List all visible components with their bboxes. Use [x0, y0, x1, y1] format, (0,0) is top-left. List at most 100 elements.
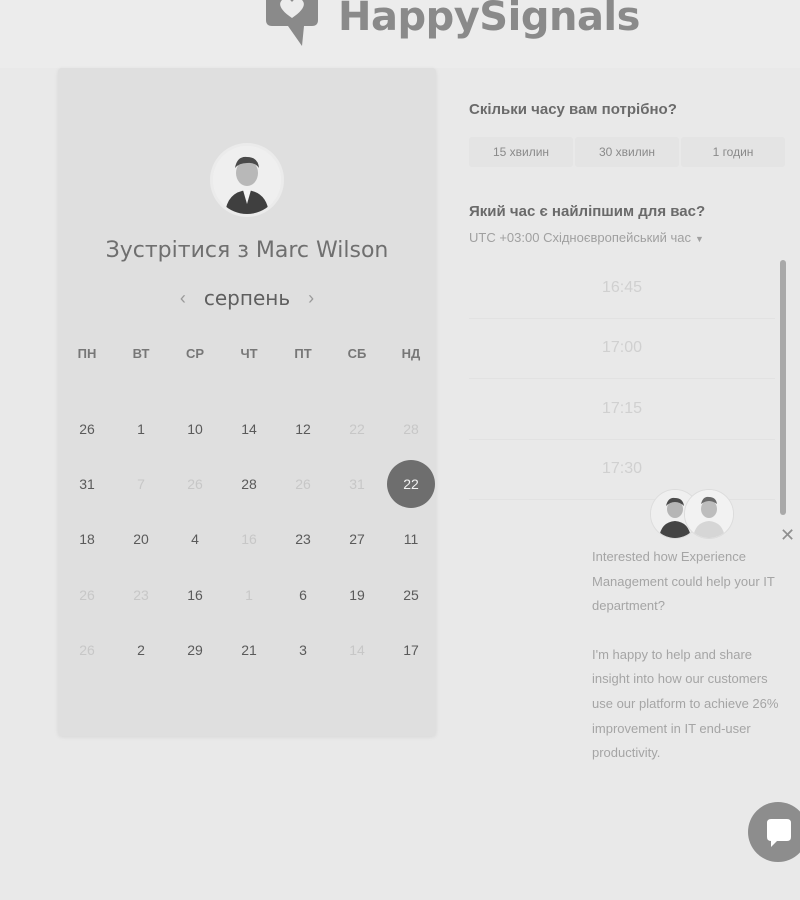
time-slot-list: 16:45 17:00 17:15 17:30 [469, 258, 775, 500]
calendar-day: 14 [330, 623, 384, 678]
calendar-day[interactable]: 2 [114, 623, 168, 678]
timezone-select[interactable]: UTC +03:00 Східноєвропейський час ▼ [469, 230, 704, 245]
chat-launcher-button[interactable] [748, 802, 800, 862]
calendar-day[interactable]: 20 [114, 512, 168, 567]
calendar-day-number: 27 [349, 531, 365, 548]
calendar-day[interactable]: 28 [222, 456, 276, 511]
calendar-day[interactable]: 19 [330, 567, 384, 622]
calendar-day-number: 26 [187, 476, 203, 493]
calendar-day-number: 29 [187, 642, 203, 659]
weekday-label: ПН [77, 346, 97, 361]
calendar-day-number: 14 [349, 642, 365, 659]
slots-scrollbar[interactable] [780, 260, 786, 515]
caret-down-icon: ▼ [694, 233, 704, 244]
calendar-day[interactable]: 1 [114, 401, 168, 456]
weekday-label: СБ [347, 346, 367, 361]
calendar-day[interactable]: 25 [384, 567, 438, 622]
calendar-day: 7 [114, 456, 168, 511]
calendar-day-number: 16 [187, 586, 203, 603]
close-icon[interactable]: ✕ [780, 525, 795, 546]
calendar-day[interactable]: 31 [60, 456, 114, 511]
chevron-left-icon[interactable]: ‹ [176, 288, 190, 309]
calendar-day-number: 31 [349, 476, 365, 493]
chevron-right-icon[interactable]: › [304, 288, 318, 309]
calendar-day-number: 10 [187, 420, 203, 437]
calendar-day[interactable]: 27 [330, 512, 384, 567]
time-slot[interactable]: 17:15 [469, 379, 775, 440]
calendar-day[interactable]: 23 [276, 512, 330, 567]
weekday-label: НД [401, 346, 421, 361]
calendar-day-number: 1 [245, 586, 253, 603]
calendar-day: 22 [330, 401, 384, 456]
calendar-day: 28 [384, 401, 438, 456]
calendar-day-number: 22 [387, 460, 435, 509]
chat-message-paragraph: I'm happy to help and share insight into… [592, 646, 779, 761]
calendar-day-number: 17 [403, 642, 419, 659]
month-label: серпень [203, 286, 291, 310]
calendar-day[interactable]: 11 [384, 512, 438, 567]
duration-15-button[interactable]: 15 хвилин [469, 137, 573, 167]
time-slot[interactable]: 16:45 [469, 258, 775, 319]
calendar-day-number: 19 [349, 586, 365, 603]
calendar-card: Зустрітися з Marc Wilson ‹ серпень › ПН … [58, 68, 436, 736]
calendar-day-number: 12 [295, 420, 311, 437]
calendar-day: 26 [168, 456, 222, 511]
calendar-day[interactable]: 4 [168, 512, 222, 567]
brand-name: HappySignals [338, 0, 640, 40]
calendar-day-number: 14 [241, 420, 257, 437]
calendar-day: 26 [60, 567, 114, 622]
calendar-day-number: 16 [241, 531, 257, 548]
calendar-day-selected[interactable]: 22 [384, 456, 438, 511]
header: HappySignals [0, 0, 800, 68]
timezone-label: UTC +03:00 Східноєвропейський час [469, 230, 691, 245]
chat-bubble-icon [767, 819, 791, 847]
calendar-day-number: 20 [133, 531, 149, 548]
duration-60-button[interactable]: 1 годин [681, 137, 785, 167]
person-icon [685, 490, 733, 538]
calendar-day[interactable]: 17 [384, 623, 438, 678]
calendar-day-number: 21 [241, 642, 257, 659]
calendar-day-number: 31 [79, 476, 95, 493]
speech-heart-icon [266, 0, 318, 46]
weekday-label: СР [185, 346, 205, 361]
calendar-day: 26 [60, 623, 114, 678]
weekday-label: ВТ [132, 346, 150, 361]
calendar-day-number: 2 [137, 642, 145, 659]
calendar-day[interactable]: 21 [222, 623, 276, 678]
calendar-day: 1 [222, 567, 276, 622]
calendar-day-number: 18 [79, 531, 95, 548]
duration-30-button[interactable]: 30 хвилин [575, 137, 679, 167]
meeting-title: Зустрітися з Marc Wilson [105, 238, 389, 263]
calendar-day-number: 4 [191, 531, 199, 548]
calendar-day[interactable]: 18 [60, 512, 114, 567]
calendar-day[interactable]: 14 [222, 401, 276, 456]
weekday-label: ЧТ [240, 346, 258, 361]
agent-avatar [684, 489, 734, 539]
calendar-day[interactable]: 10 [168, 401, 222, 456]
calendar-day[interactable]: 26 [60, 401, 114, 456]
chat-agent-avatars [650, 489, 734, 539]
calendar-day[interactable]: 16 [168, 567, 222, 622]
calendar-day-number: 7 [137, 476, 145, 493]
calendar-day[interactable]: 29 [168, 623, 222, 678]
calendar-day-number: 26 [79, 642, 95, 659]
calendar-day-number: 26 [79, 586, 95, 603]
calendar-grid: ПН ВТ СР ЧТ ПТ СБ НД 26 1 10 14 12 22 28 31 7 26 2… [60, 346, 438, 678]
calendar-day: 23 [114, 567, 168, 622]
month-navigator: ‹ серпень › [58, 286, 436, 310]
calendar-day-number: 28 [241, 476, 257, 493]
calendar-day-number: 28 [403, 420, 419, 437]
calendar-day[interactable]: 12 [276, 401, 330, 456]
calendar-day[interactable]: 3 [276, 623, 330, 678]
calendar-day[interactable]: 6 [276, 567, 330, 622]
calendar-day-number: 11 [403, 531, 419, 548]
calendar-day-number: 26 [79, 420, 95, 437]
person-icon [213, 146, 281, 214]
calendar-day-number: 26 [295, 476, 311, 493]
brand-logo[interactable]: HappySignals [258, 0, 640, 56]
time-question: Який час є найліпшим для вас? [469, 203, 706, 220]
calendar-day: 26 [276, 456, 330, 511]
calendar-day-number: 23 [295, 531, 311, 548]
time-slot[interactable]: 17:00 [469, 319, 775, 379]
